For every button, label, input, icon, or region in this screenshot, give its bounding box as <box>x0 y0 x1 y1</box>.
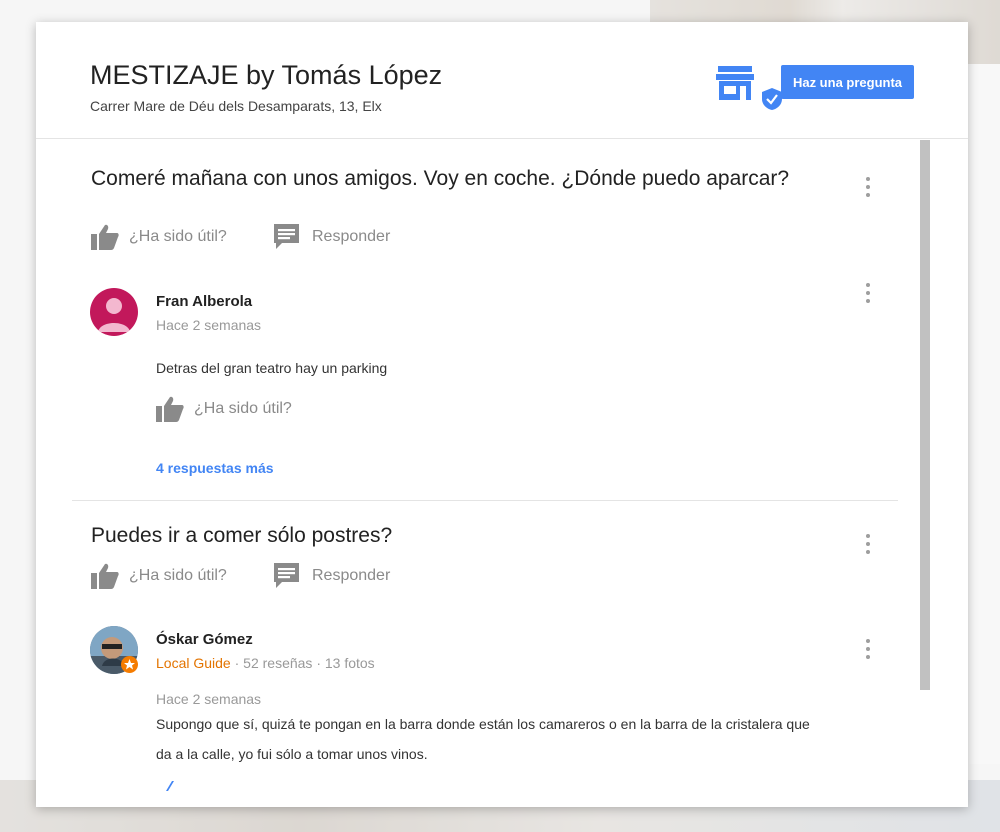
answer-text: Detras del gran teatro hay un parking <box>156 360 388 376</box>
question-text: Puedes ir a comer sólo postres? <box>91 524 393 547</box>
local-guide-badge[interactable]: Local Guide <box>156 655 231 671</box>
reply-button[interactable]: Responder <box>274 563 390 589</box>
answer-time: Hace 2 semanas <box>156 317 262 333</box>
person-icon <box>98 298 130 332</box>
reply-button[interactable]: Responder <box>274 224 390 250</box>
questions-list[interactable]: Comeré mañana con unos amigos. Voy en co… <box>36 140 968 807</box>
business-name: MESTIZAJE by Tomás López <box>90 60 443 90</box>
helpful-button[interactable]: ¿Ha sido útil? <box>91 224 227 250</box>
answer-more-icon[interactable] <box>865 283 871 305</box>
thumbs-up-icon <box>156 396 184 422</box>
divider <box>72 500 898 501</box>
question-more-icon[interactable] <box>865 534 871 556</box>
questions-dialog: MESTIZAJE by Tomás López Carrer Mare de … <box>36 22 968 807</box>
business-address: Carrer Mare de Déu dels Desamparats, 13,… <box>90 98 382 114</box>
reply-label: Responder <box>312 228 391 245</box>
comment-icon <box>274 563 299 588</box>
author-meta: Local Guide · 52 reseñas · 13 fotos <box>156 655 375 671</box>
helpful-label: ¿Ha sido útil? <box>129 228 227 245</box>
scrollbar[interactable] <box>920 140 930 690</box>
answer-text: Supongo que sí, quizá te pongan en la ba… <box>156 716 810 762</box>
local-guide-star-icon <box>121 656 138 673</box>
helpful-button[interactable]: ¿Ha sido útil? <box>91 563 227 589</box>
helpful-label: ¿Ha sido útil? <box>129 567 227 584</box>
question-more-icon[interactable] <box>865 177 871 199</box>
answer-more-icon[interactable] <box>865 639 871 661</box>
dialog-header: MESTIZAJE by Tomás López Carrer Mare de … <box>36 22 968 139</box>
thumbs-up-icon <box>91 563 119 589</box>
author-stats: · 52 reseñas · 13 fotos <box>230 655 375 671</box>
avatar[interactable] <box>90 288 138 336</box>
thumbs-up-icon <box>91 224 119 250</box>
ask-question-button[interactable]: Haz una pregunta <box>781 65 914 99</box>
more-answers-link[interactable]: 4 respuestas más <box>156 460 274 476</box>
thumbs-up-icon[interactable] <box>164 781 176 791</box>
answer-time: Hace 2 semanas <box>156 691 262 707</box>
answer-helpful-button[interactable]: ¿Ha sido útil? <box>156 396 292 422</box>
answer-author[interactable]: Fran Alberola <box>156 293 252 310</box>
verified-check-icon <box>762 88 782 110</box>
helpful-label: ¿Ha sido útil? <box>194 400 292 417</box>
store-icon <box>716 66 754 100</box>
answer-author[interactable]: Óskar Gómez <box>156 631 253 648</box>
question-text: Comeré mañana con unos amigos. Voy en co… <box>91 167 790 190</box>
reply-label: Responder <box>312 567 391 584</box>
comment-icon <box>274 224 299 249</box>
